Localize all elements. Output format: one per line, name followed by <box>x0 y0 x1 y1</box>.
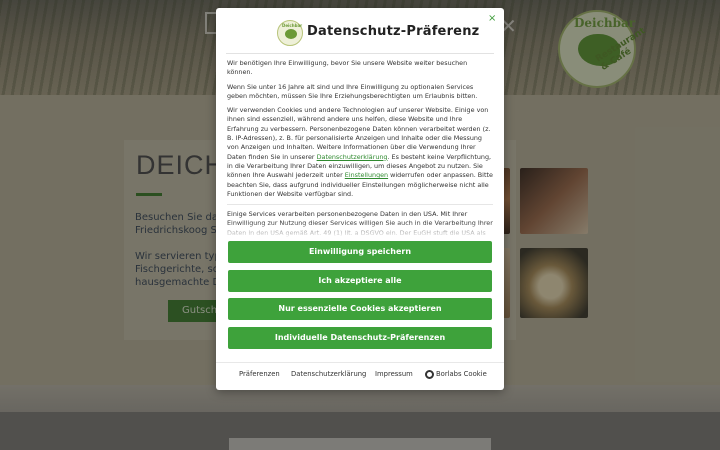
dialog-footer: Präferenzen Datenschutzerklärung Impress… <box>216 370 504 382</box>
dialog-logo-text: Deichbar <box>282 23 303 28</box>
consent-paragraph: Wir verwenden Cookies und andere Technol… <box>227 106 493 199</box>
divider <box>216 362 504 363</box>
cookie-consent-dialog: × Deichbar Datenschutz-Präferenz Wir ben… <box>216 8 504 390</box>
borlabs-icon <box>425 370 434 379</box>
consent-paragraph: Wenn Sie unter 16 Jahre alt sind und Ihr… <box>227 82 478 100</box>
settings-link[interactable]: Einstellungen <box>345 171 388 179</box>
divider <box>227 204 493 206</box>
dialog-title: Datenschutz-Präferenz <box>307 24 480 39</box>
borlabs-link[interactable]: Borlabs Cookie <box>436 370 487 378</box>
logo-blob-icon <box>285 29 297 39</box>
privacy-link[interactable]: Datenschutzerklärung <box>291 370 366 378</box>
preferences-link[interactable]: Präferenzen <box>239 370 280 378</box>
privacy-policy-link[interactable]: Datenschutzerklärung <box>317 153 388 161</box>
consent-text-scroll[interactable]: Wir benötigen Ihre Einwilligung, bevor S… <box>227 59 493 237</box>
dialog-logo: Deichbar <box>277 20 303 46</box>
divider <box>226 53 494 54</box>
consent-paragraph: Wir benötigen Ihre Einwilligung, bevor S… <box>227 59 468 77</box>
essential-only-button[interactable]: Nur essenzielle Cookies akzeptieren <box>228 298 492 320</box>
scroll-fade <box>227 222 493 238</box>
imprint-link[interactable]: Impressum <box>375 370 413 378</box>
save-consent-button[interactable]: Einwilligung speichern <box>228 241 492 263</box>
accept-all-button[interactable]: Ich akzeptiere alle <box>228 270 492 292</box>
close-icon[interactable]: × <box>488 13 496 25</box>
individual-preferences-button[interactable]: Individuelle Datenschutz-Präferenzen <box>228 327 492 349</box>
